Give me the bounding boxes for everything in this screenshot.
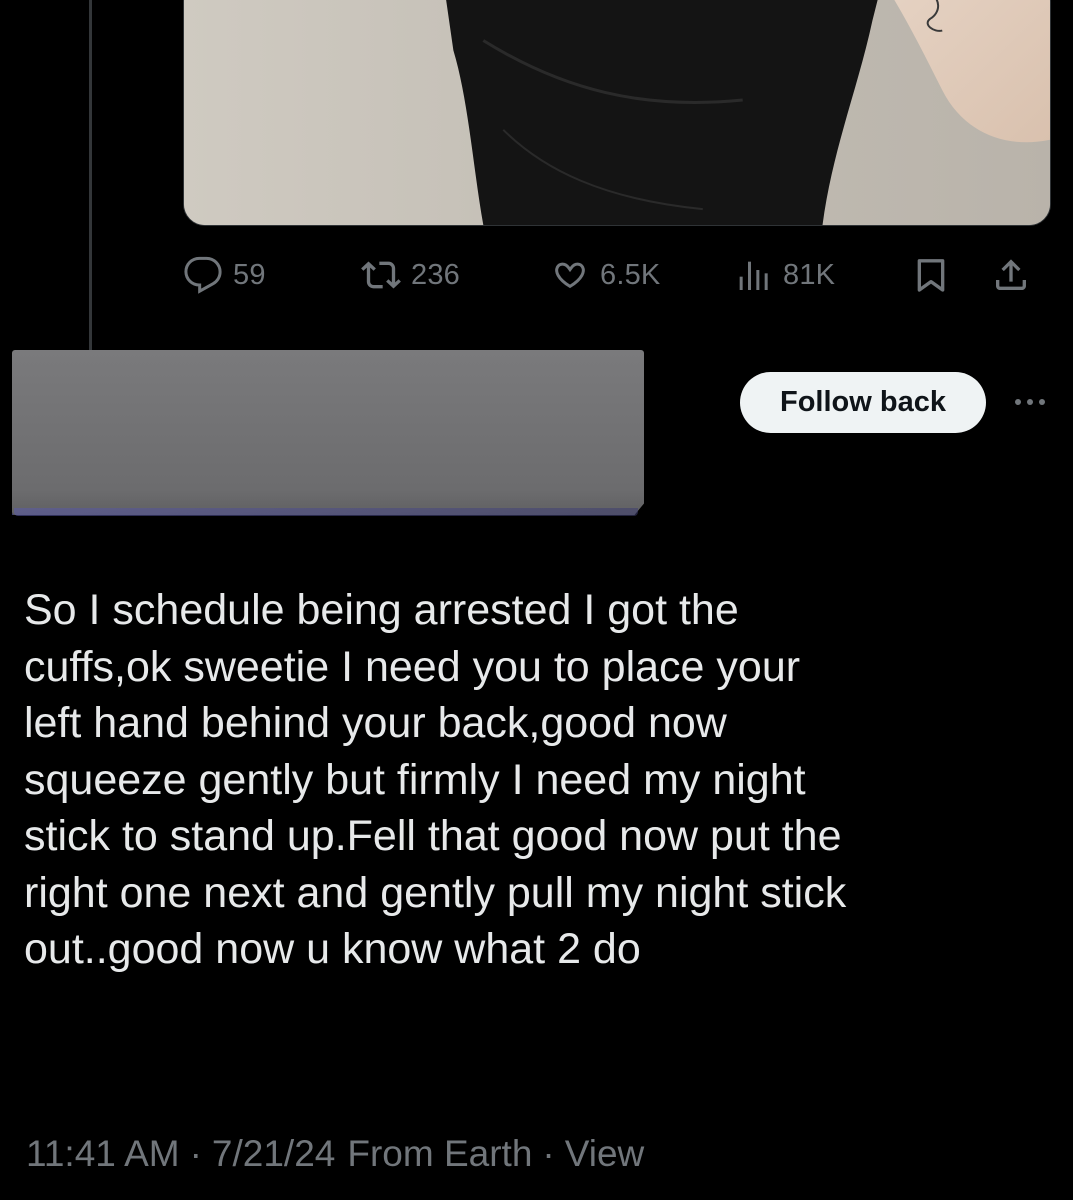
meta-separator: ·: [542, 1133, 555, 1174]
share-button[interactable]: [991, 250, 1031, 300]
post-metadata: 11:41 AM · 7/21/24 From Earth · View: [26, 1133, 644, 1175]
bookmark-icon: [917, 259, 945, 292]
post-time: 11:41 AM: [26, 1133, 180, 1174]
reply-count: 59: [233, 258, 266, 291]
views-chart-icon: [739, 261, 768, 290]
heart-icon: [555, 262, 585, 289]
view-link[interactable]: View: [565, 1133, 645, 1175]
redacted-author-block: [12, 350, 644, 515]
reply-icon: [184, 256, 222, 294]
repost-button[interactable]: 236: [361, 250, 460, 300]
post-source: From Earth: [347, 1133, 533, 1174]
repost-icon: [361, 261, 401, 289]
repost-count: 236: [411, 258, 460, 291]
photo-illustration: [184, 0, 1050, 225]
bookmark-button[interactable]: [911, 250, 951, 300]
share-icon: [996, 259, 1026, 290]
post-photo[interactable]: [183, 0, 1051, 226]
meta-spacer: [335, 1133, 347, 1175]
follow-back-button[interactable]: Follow back: [740, 372, 986, 433]
post-date: 7/21/24: [211, 1133, 336, 1174]
reply-button[interactable]: 59: [183, 250, 266, 300]
like-count: 6.5K: [600, 258, 661, 291]
view-count: 81K: [783, 258, 836, 291]
thread-connector-line: [89, 0, 92, 350]
more-dots-icon: [1015, 399, 1045, 405]
post-action-bar: 59 236 6.5K 81K: [183, 250, 1053, 300]
like-button[interactable]: 6.5K: [550, 250, 660, 300]
more-options-button[interactable]: [1005, 384, 1055, 420]
meta-separator: ·: [189, 1133, 202, 1174]
views-button[interactable]: 81K: [733, 250, 835, 300]
post-body-text: So I schedule being arrested I got the c…: [24, 586, 847, 973]
post-detail-view: 59 236 6.5K 81K Follow back So I schedul…: [0, 0, 1073, 1200]
redaction-shadow-edge: [14, 508, 638, 516]
